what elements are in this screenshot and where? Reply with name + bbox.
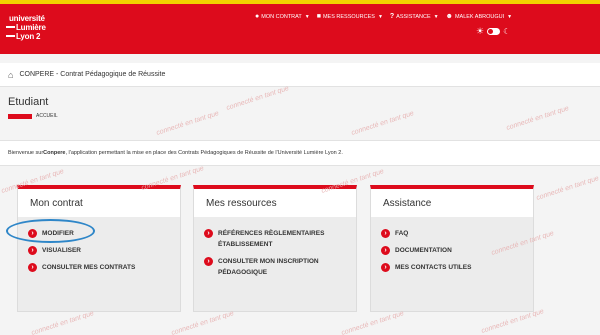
link-consulter-mes-contrats[interactable]: › CONSULTER MES CONTRATS: [28, 262, 180, 273]
card-assistance: Assistance › FAQ › DOCUMENTATION › MES C…: [370, 185, 534, 312]
link-visualiser[interactable]: › VISUALISER: [28, 245, 180, 256]
breadcrumb: ⌂ CONPERE - Contrat Pédagogique de Réuss…: [0, 63, 600, 87]
chevron-down-icon: ▼: [507, 13, 513, 20]
subnav-indicator: [8, 113, 32, 119]
nav-user-menu[interactable]: ☻ MALEK ABROUGUI ▼: [446, 13, 513, 20]
link-mes-contacts-utiles[interactable]: › MES CONTACTS UTILES: [381, 262, 533, 273]
question-icon: ?: [389, 13, 395, 20]
page-title: Etudiant: [8, 96, 49, 108]
welcome-app-name: Conpere: [43, 150, 66, 156]
nav-label: ASSISTANCE: [396, 13, 431, 20]
sun-icon: ☀: [476, 26, 485, 36]
chevron-down-icon: ▼: [377, 13, 383, 20]
chevron-right-icon: ›: [28, 246, 37, 255]
link-references-reglementaires[interactable]: › RÉFÉRENCES RÈGLEMENTAIRES ÉTABLISSEMEN…: [204, 228, 356, 250]
watermark: connecté en tant que: [30, 310, 95, 335]
link-faq[interactable]: › FAQ: [381, 228, 533, 239]
link-label: MES CONTACTS UTILES: [395, 264, 472, 271]
chevron-right-icon: ›: [381, 263, 390, 272]
link-label: FAQ: [395, 230, 409, 237]
nav-label: MON CONTRAT: [261, 13, 302, 20]
home-icon[interactable]: ⌂: [8, 70, 13, 80]
subnav: ACCUEIL: [8, 113, 58, 119]
comments-icon: ●: [255, 13, 260, 20]
nav-label: MALEK ABROUGUI: [454, 13, 505, 20]
chevron-right-icon: ›: [204, 229, 213, 238]
chevron-down-icon: ▼: [433, 13, 439, 20]
card-mon-contrat: Mon contrat › MODIFIER › VISUALISER › CO…: [17, 185, 181, 312]
breadcrumb-text: CONPERE - Contrat Pédagogique de Réussit…: [19, 71, 166, 78]
welcome-message: Bienvenue sur Conpere , l'application pe…: [0, 140, 600, 166]
link-modifier[interactable]: › MODIFIER: [28, 228, 180, 239]
watermark: connecté en tant que: [225, 85, 290, 112]
link-consulter-inscription[interactable]: › CONSULTER MON INSCRIPTION PÉDAGOGIQUE: [204, 256, 356, 278]
chevron-down-icon: ▼: [304, 13, 310, 20]
chevron-right-icon: ›: [28, 263, 37, 272]
watermark: connecté en tant que: [170, 310, 235, 335]
watermark: connecté en tant que: [340, 310, 405, 335]
link-label: CONSULTER MON INSCRIPTION PÉDAGOGIQUE: [218, 258, 319, 276]
link-documentation[interactable]: › DOCUMENTATION: [381, 245, 533, 256]
theme-toggle-group: ☀ ☾: [476, 27, 510, 36]
link-label: DOCUMENTATION: [395, 247, 452, 254]
nav-assistance[interactable]: ? ASSISTANCE ▼: [390, 13, 439, 20]
logo-line-3: Lyon 2: [16, 32, 41, 41]
top-navigation: ● MON CONTRAT ▼ ■ MES RESSOURCES ▼ ? ASS…: [255, 13, 512, 20]
watermark: connecté en tant que: [535, 175, 600, 202]
folder-icon: ■: [316, 13, 321, 20]
link-label: RÉFÉRENCES RÈGLEMENTAIRES ÉTABLISSEMENT: [218, 230, 325, 248]
card-title: Mes ressources: [194, 189, 356, 217]
subnav-accueil[interactable]: ACCUEIL: [36, 113, 58, 119]
chevron-right-icon: ›: [28, 229, 37, 238]
nav-mes-ressources[interactable]: ■ MES RESSOURCES ▼: [317, 13, 383, 20]
card-title: Assistance: [371, 189, 533, 217]
top-bar: université Lumière Lyon 2 ● MON CONTRAT …: [0, 0, 600, 54]
welcome-prefix: Bienvenue sur: [8, 150, 44, 156]
link-label: MODIFIER: [42, 230, 74, 237]
chevron-right-icon: ›: [381, 229, 390, 238]
chevron-right-icon: ›: [204, 257, 213, 266]
chevron-right-icon: ›: [381, 246, 390, 255]
watermark: connecté en tant que: [505, 105, 570, 132]
watermark: connecté en tant que: [350, 110, 415, 137]
watermark: connecté en tant que: [155, 110, 220, 137]
moon-icon: ☾: [503, 26, 511, 36]
card-mes-ressources: Mes ressources › RÉFÉRENCES RÈGLEMENTAIR…: [193, 185, 357, 312]
theme-toggle[interactable]: [487, 28, 501, 35]
logo-line-1: université: [9, 14, 45, 23]
welcome-suffix: , l'application permettant la mise en pl…: [65, 150, 343, 156]
link-label: VISUALISER: [42, 247, 82, 254]
logo-line-2: Lumière: [16, 23, 46, 32]
watermark: connecté en tant que: [480, 308, 545, 335]
nav-label: MES RESSOURCES: [322, 13, 375, 20]
nav-mon-contrat[interactable]: ● MON CONTRAT ▼: [255, 13, 310, 20]
link-label: CONSULTER MES CONTRATS: [42, 264, 136, 271]
university-logo[interactable]: université Lumière Lyon 2: [6, 14, 52, 50]
user-icon: ☻: [445, 13, 453, 20]
card-title: Mon contrat: [18, 189, 180, 217]
